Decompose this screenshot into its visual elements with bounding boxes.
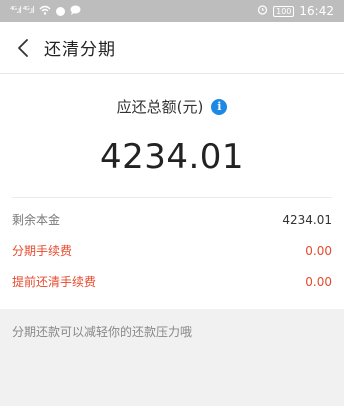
detail-list: 剩余本金 4234.01 分期手续费 0.00 提前还清手续费 0.00 <box>0 198 344 309</box>
footer-note: 分期还款可以减轻你的还款压力哦 <box>12 325 193 339</box>
status-bar: ⁴ᴳ.ıl ⁴ᴳ.ıl 100 16:42 <box>0 0 344 22</box>
total-label: 应还总额(元) <box>116 98 204 116</box>
status-time: 16:42 <box>299 4 334 18</box>
payoff-card: 应还总额(元) i 4234.01 剩余本金 4234.01 分期手续费 0.0… <box>0 74 344 309</box>
wifi-icon <box>39 5 51 18</box>
alarm-icon <box>257 4 268 18</box>
row-value: 0.00 <box>305 274 332 289</box>
row-label: 分期手续费 <box>12 244 73 258</box>
row-label: 提前还清手续费 <box>12 275 97 289</box>
row-label: 剩余本金 <box>12 213 61 227</box>
nav-bar: 还清分期 <box>0 22 344 74</box>
info-icon[interactable]: i <box>211 98 228 115</box>
total-section: 应还总额(元) i 4234.01 <box>0 74 344 197</box>
back-arrow-icon[interactable] <box>12 37 34 59</box>
row-early-payoff-fee: 提前还清手续费 0.00 <box>0 266 344 297</box>
signal-icon: ⁴ᴳ.ıl ⁴ᴳ.ıl <box>10 6 35 16</box>
notification-icon <box>55 6 65 16</box>
page-title: 还清分期 <box>44 40 116 60</box>
row-value: 0.00 <box>305 243 332 258</box>
battery-icon: 100 <box>273 5 295 17</box>
status-bar-right: 100 16:42 <box>257 4 334 18</box>
row-remaining-principal: 剩余本金 4234.01 <box>0 204 344 235</box>
message-icon <box>70 5 81 18</box>
total-amount: 4234.01 <box>99 137 245 177</box>
status-bar-left: ⁴ᴳ.ıl ⁴ᴳ.ıl <box>10 5 81 18</box>
total-label-row: 应还总额(元) i <box>117 96 228 117</box>
row-installment-fee: 分期手续费 0.00 <box>0 235 344 266</box>
row-value: 4234.01 <box>282 212 332 227</box>
